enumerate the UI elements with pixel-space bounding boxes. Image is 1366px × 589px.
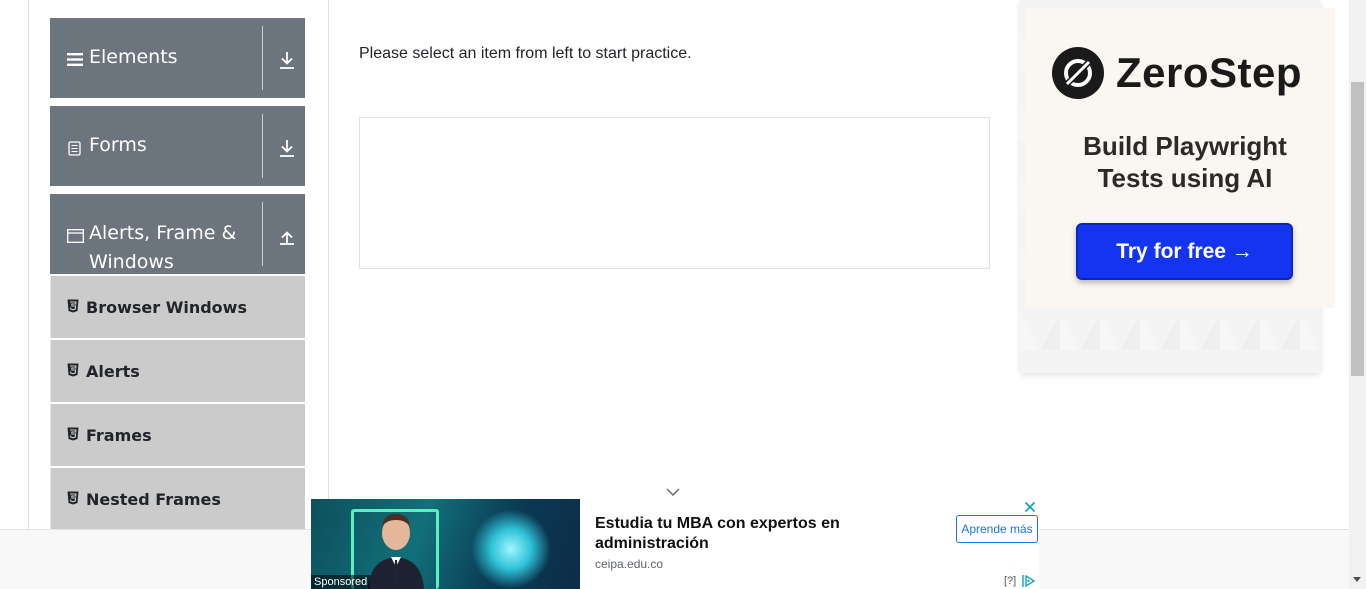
ad-domain: ceipa.edu.co xyxy=(595,557,664,571)
ad-tagline-line2: Tests using AI xyxy=(1097,163,1273,193)
scrollbar-thumb[interactable] xyxy=(1351,82,1364,376)
sidebar-group-label: Forms xyxy=(89,134,147,156)
sidebar-divider xyxy=(328,0,329,530)
ad-tagline: Build Playwright Tests using AI xyxy=(1040,130,1330,194)
ad-headline[interactable]: Estudia tu MBA con expertos en administr… xyxy=(595,514,885,554)
page: Elements Forms Alerts, Frame & Windows B… xyxy=(0,0,1366,589)
window-icon xyxy=(67,228,84,243)
group-separator xyxy=(262,114,263,178)
lightbulb-glow xyxy=(471,509,551,589)
content-frame xyxy=(359,117,990,269)
try-for-free-button[interactable]: Try for free → xyxy=(1076,223,1293,280)
chevron-down-icon[interactable] xyxy=(665,485,681,497)
html5-icon xyxy=(67,491,79,505)
sidebar-group-label: Elements xyxy=(89,46,178,68)
sidebar-item-browser-windows[interactable]: Browser Windows xyxy=(50,276,305,338)
adchoices-icon[interactable] xyxy=(1021,574,1037,588)
left-divider xyxy=(28,0,29,530)
html5-icon xyxy=(67,427,79,441)
download-arrow-icon[interactable] xyxy=(276,137,298,159)
download-arrow-icon[interactable] xyxy=(276,49,298,71)
zerostep-logo-icon xyxy=(1051,46,1105,100)
group-separator xyxy=(262,202,263,266)
document-icon xyxy=(67,140,81,156)
html5-icon xyxy=(67,363,79,377)
sidebar-item-label: Alerts xyxy=(86,362,140,381)
sidebar-item-label: Nested Frames xyxy=(86,490,221,509)
ad-tagline-line1: Build Playwright xyxy=(1083,131,1287,161)
sidebar-group-elements[interactable]: Elements xyxy=(50,18,305,98)
scroll-down-arrow-icon[interactable] xyxy=(1353,577,1361,582)
sidebar-group-label-line2: Windows xyxy=(89,251,174,273)
sidebar-item-nested-frames[interactable]: Nested Frames xyxy=(50,468,305,530)
ad-brand-name: ZeroStep xyxy=(1116,49,1303,96)
sidebar-group-alerts-frame-windows[interactable]: Alerts, Frame & Windows xyxy=(50,194,305,274)
learn-more-button[interactable]: Aprende más xyxy=(956,515,1038,543)
sidebar-group-forms[interactable]: Forms xyxy=(50,106,305,186)
sidebar-item-label: Browser Windows xyxy=(86,298,247,317)
sidebar-item-label: Frames xyxy=(86,426,152,445)
person-image xyxy=(368,513,424,589)
html5-icon xyxy=(67,299,79,313)
ad-info-link[interactable]: [?] xyxy=(1004,575,1016,587)
practice-instruction: Please select an item from left to start… xyxy=(359,45,692,62)
sponsored-label: Sponsored xyxy=(311,575,371,589)
sidebar-item-alerts[interactable]: Alerts xyxy=(50,340,305,402)
close-icon[interactable] xyxy=(1024,500,1036,513)
sidebar-group-label-line1: Alerts, Frame & xyxy=(89,222,237,244)
group-separator xyxy=(262,26,263,90)
hamburger-icon xyxy=(67,51,83,67)
sidebar-item-frames[interactable]: Frames xyxy=(50,404,305,466)
upload-arrow-icon[interactable] xyxy=(276,225,298,247)
